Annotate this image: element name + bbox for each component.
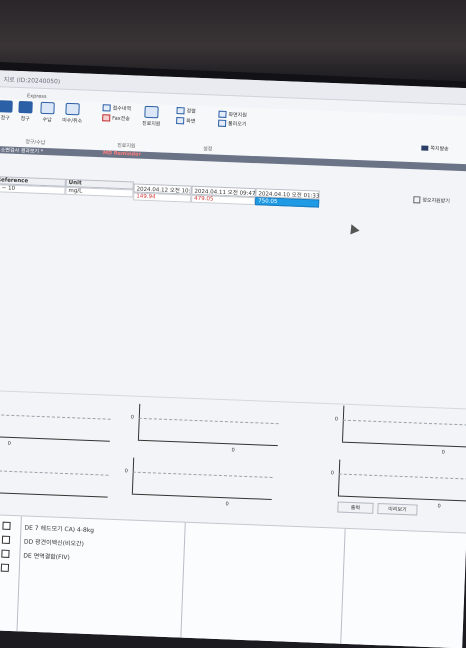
screen-button[interactable]: 화면 (176, 117, 195, 125)
chart-dash-line (0, 469, 109, 476)
cancel-icon (65, 102, 80, 116)
chart-dash-line (0, 413, 111, 420)
trend-chart-2: 0 0 (131, 403, 280, 454)
preview-button[interactable]: 미리보기 (377, 503, 418, 516)
claim-icon (18, 100, 33, 114)
unit-cell: mg/L (65, 186, 134, 198)
window-title: 지로 (ID:20240050) (3, 76, 61, 86)
chart-x-axis (0, 435, 110, 442)
support-button[interactable]: 진료지원 (142, 105, 161, 127)
list-icon (102, 104, 111, 112)
chart-x-axis (131, 493, 272, 500)
print-button[interactable]: 출력 (337, 501, 374, 514)
checkbox-icon[interactable] (1, 535, 11, 544)
message-button[interactable]: 쪽지발송 (421, 144, 449, 153)
chart-zero-label: 0 (330, 470, 335, 477)
chart-zero-label: 0 (7, 440, 11, 447)
chart-zero-label: 0 (225, 501, 229, 508)
group-label-settings: 설정 (203, 146, 213, 153)
save-icon (0, 100, 13, 113)
results-table: Reference Unit 0 ~ 10 mg/L 2024.04.12 오전… (0, 176, 466, 215)
group-label-support: 진료지원 (117, 142, 136, 150)
chart-dash-line (132, 471, 273, 478)
chart-y-axis (137, 403, 141, 440)
save-button[interactable]: 청구 (0, 100, 13, 122)
receipt-button[interactable]: 수납 (40, 101, 55, 124)
chart-y-axis (131, 457, 135, 494)
trend-chart-4 (0, 455, 109, 504)
cancel-button[interactable]: 미수/취소 (62, 102, 83, 124)
tab-urinalysis[interactable]: + 소변검사 결과보기 * (0, 146, 43, 155)
support-icon (144, 105, 159, 119)
checkbox-icon (413, 196, 421, 204)
result-value-2[interactable]: 479.05 (191, 194, 256, 206)
mouse-cursor-icon (346, 222, 360, 235)
fax-button[interactable]: Fax전송 (102, 114, 130, 122)
result-value-1[interactable]: 149.94 (133, 192, 192, 203)
load-button[interactable]: 불러오기 (217, 119, 247, 128)
chart-y-axis (337, 459, 341, 496)
chart-zero-label: 0 (334, 416, 339, 423)
chart-zero-label: 0 (231, 447, 235, 454)
chart-zero-label: 0 (124, 468, 128, 475)
result-value-3[interactable]: 750.05 (255, 197, 320, 208)
fax-icon (102, 114, 111, 122)
sort-icon (176, 107, 185, 115)
checkbox-icon[interactable] (2, 521, 11, 530)
chart-x-axis (341, 441, 466, 449)
trend-chart-1: 0 (0, 399, 111, 448)
window-icon (218, 110, 227, 118)
checkbox-icon[interactable] (1, 549, 10, 558)
screen-icon (176, 117, 185, 125)
chart-y-axis (341, 405, 345, 442)
chart-x-axis (337, 495, 466, 502)
chart-x-axis (137, 439, 278, 447)
receipt-icon (40, 101, 55, 115)
app-window: 지로 (ID:20240050) Express 청구 청구 수납 미수/취소 … (0, 70, 466, 648)
chart-zero-label: 0 (441, 449, 445, 456)
chart-dash-line (338, 473, 466, 480)
support-checkbox[interactable]: 정오지원받기 (413, 196, 450, 205)
trend-chart-3: 0 0 (335, 405, 466, 456)
window-button[interactable]: 화면지원 (218, 110, 247, 119)
chart-zero-label: 0 (130, 414, 135, 421)
chart-dash-line (138, 417, 279, 425)
trend-chart-5: 0 0 (125, 457, 274, 508)
checkbox-icon[interactable] (0, 563, 10, 572)
vaccine-list: DE 7 헤드모기 CA) 4-8kg 0 % DD 광견이백신(비오간) 0 … (0, 513, 466, 648)
reference-cell: 0 ~ 10 (0, 184, 66, 195)
envelope-icon (421, 145, 429, 151)
group-label-claim: 청구/수납 (25, 139, 46, 147)
chart-dash-line (342, 419, 466, 427)
claim-button[interactable]: 청구 (18, 100, 33, 123)
list-button[interactable]: 접수내역 (102, 104, 131, 112)
tab-md-reminder[interactable]: MD Reminder (103, 150, 141, 157)
load-icon (217, 119, 227, 127)
sort-button[interactable]: 정렬 (176, 107, 196, 115)
chart-x-axis (0, 491, 108, 498)
